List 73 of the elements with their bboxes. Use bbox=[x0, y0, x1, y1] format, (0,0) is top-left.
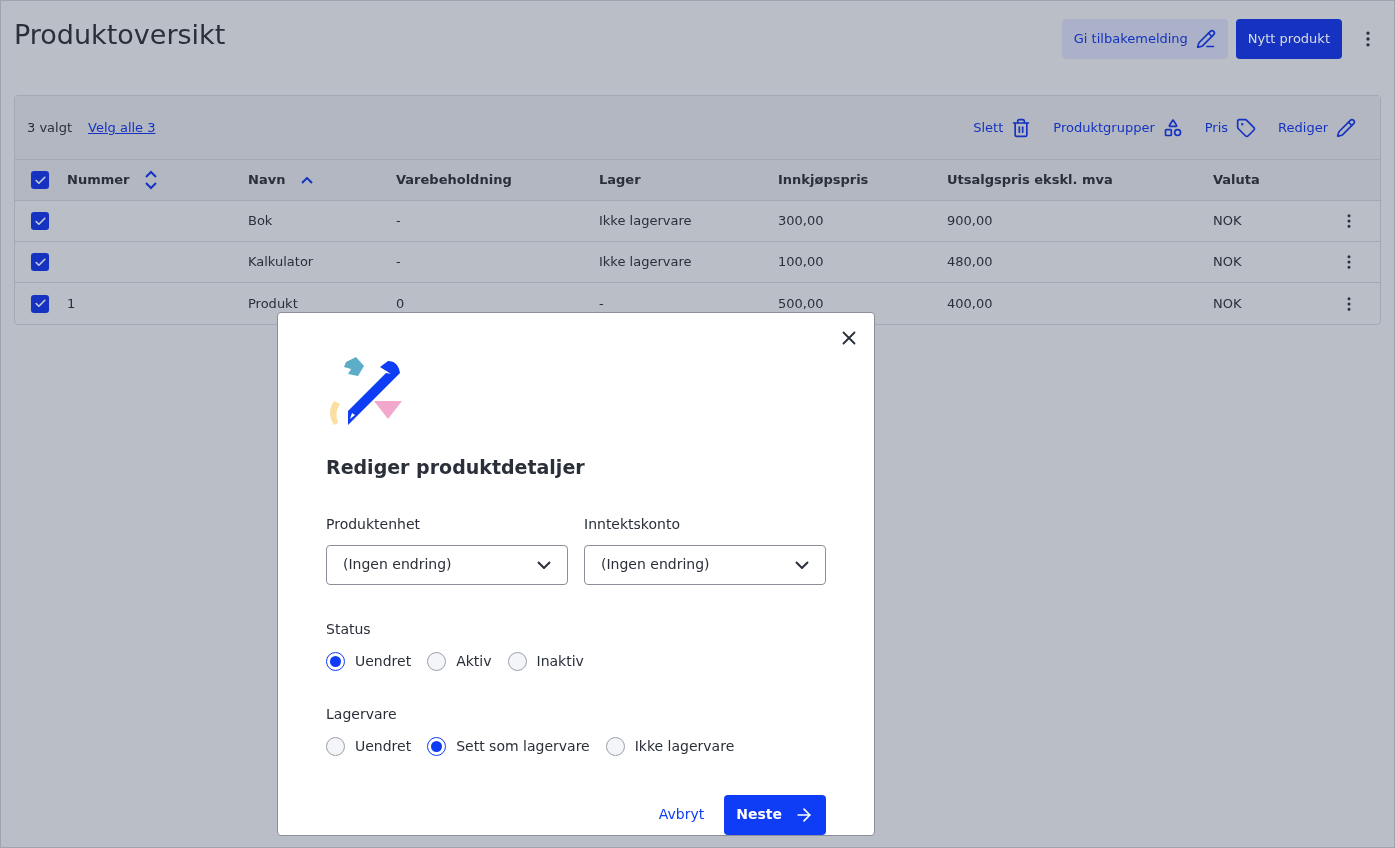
radio-label: Aktiv bbox=[456, 651, 492, 671]
selected-count: 3 valgt bbox=[27, 118, 73, 137]
feedback-button[interactable]: Gi tilbakemelding bbox=[1061, 19, 1228, 59]
checkbox[interactable] bbox=[31, 212, 49, 230]
column-header[interactable]: Innkjøpspris bbox=[778, 170, 869, 190]
column-header[interactable]: Nummer bbox=[67, 170, 130, 190]
radio-label: Ikke lagervare bbox=[634, 736, 735, 756]
column-header[interactable]: Varebeholdning bbox=[396, 170, 512, 190]
radio-label: Uendret bbox=[355, 651, 412, 671]
group-label: Status bbox=[326, 620, 371, 637]
radio-button[interactable] bbox=[427, 651, 447, 671]
field-label: Inntektskonto bbox=[584, 514, 681, 534]
column-header[interactable]: Lager bbox=[599, 170, 641, 190]
toolbar-action[interactable]: Produktgrupper bbox=[1053, 117, 1183, 138]
check-icon bbox=[33, 173, 47, 187]
table-cell: - bbox=[396, 213, 401, 229]
radio-button[interactable] bbox=[605, 736, 625, 756]
table-cell: 900,00 bbox=[947, 213, 993, 229]
table-cell: 1 bbox=[67, 295, 76, 311]
radio-label: Inaktiv bbox=[536, 651, 584, 671]
table-cell: Kalkulator bbox=[248, 254, 314, 270]
radio-label: Uendret bbox=[355, 736, 412, 756]
new-product-button[interactable]: Nytt produkt bbox=[1235, 19, 1342, 59]
next-button[interactable]: Neste bbox=[724, 794, 826, 835]
table-cell: 500,00 bbox=[778, 295, 824, 311]
check-icon bbox=[33, 297, 47, 310]
sort-ascending-icon[interactable] bbox=[301, 176, 314, 184]
table-cell: NOK bbox=[1213, 213, 1242, 229]
check-icon bbox=[33, 214, 47, 228]
sort-icon[interactable] bbox=[145, 170, 158, 190]
chevron-down-icon bbox=[795, 560, 809, 569]
checkbox[interactable] bbox=[31, 253, 49, 271]
check-icon bbox=[33, 255, 47, 269]
checkbox[interactable] bbox=[31, 294, 49, 313]
chevron-down-icon bbox=[537, 560, 551, 569]
radio-button[interactable] bbox=[326, 736, 345, 756]
table-cell: Ikke lagervare bbox=[599, 254, 692, 270]
tag-icon bbox=[1236, 117, 1257, 138]
checkbox[interactable] bbox=[31, 171, 49, 189]
table-cell: 480,00 bbox=[947, 254, 993, 270]
column-header[interactable]: Valuta bbox=[1213, 170, 1260, 190]
table-cell: NOK bbox=[1213, 295, 1242, 311]
table-cell: Bok bbox=[248, 213, 273, 229]
pencil-icon bbox=[1336, 117, 1356, 138]
table-cell: - bbox=[396, 254, 401, 270]
column-header[interactable]: Navn bbox=[248, 170, 286, 190]
table-cell: Produkt bbox=[248, 295, 298, 311]
table-cell: 400,00 bbox=[947, 295, 993, 311]
radio-button[interactable] bbox=[507, 651, 527, 671]
shapes-icon bbox=[1162, 117, 1183, 138]
table-cell: - bbox=[599, 295, 604, 311]
column-header[interactable]: Utsalgspris ekskl. mva bbox=[947, 170, 1113, 190]
dialog-title: Rediger produktdetaljer bbox=[326, 455, 586, 480]
field-label: Produktenhet bbox=[326, 514, 422, 534]
dropdown[interactable]: (Ingen endring) bbox=[326, 544, 568, 585]
pencil-icon bbox=[1195, 29, 1216, 49]
radio-label: Sett som lagervare bbox=[456, 736, 590, 756]
table-cell: Ikke lagervare bbox=[599, 213, 692, 229]
radio-button[interactable] bbox=[326, 651, 345, 671]
page-title: Produktoversikt bbox=[14, 18, 226, 52]
table-cell: 300,00 bbox=[778, 213, 824, 229]
cancel-button[interactable]: Avbryt bbox=[658, 804, 705, 825]
group-label: Lagervare bbox=[326, 705, 397, 722]
trash-icon bbox=[1011, 117, 1032, 138]
table-cell: 0 bbox=[396, 295, 405, 311]
table-cell: NOK bbox=[1213, 254, 1242, 270]
dropdown[interactable]: (Ingen endring) bbox=[584, 544, 826, 585]
toolbar-action[interactable]: Slett bbox=[973, 117, 1032, 138]
radio-button[interactable] bbox=[427, 736, 447, 756]
toolbar-action[interactable]: Rediger bbox=[1278, 117, 1356, 138]
select-all-link[interactable]: Velg alle 3 bbox=[88, 117, 156, 138]
toolbar-action[interactable]: Pris bbox=[1204, 117, 1257, 138]
table-cell: 100,00 bbox=[778, 254, 824, 270]
